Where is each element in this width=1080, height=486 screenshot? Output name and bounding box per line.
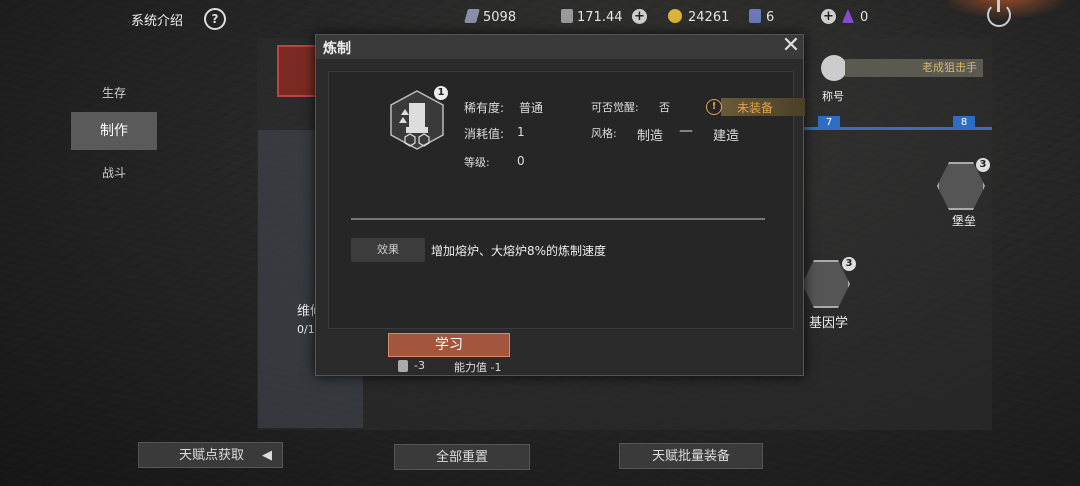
- rarity-label: 稀有度:: [464, 101, 505, 115]
- level-label: 等级:: [464, 156, 490, 169]
- style-from: 制造: [637, 129, 664, 144]
- smelting-dialog: 炼制 ✕ 1 稀有度: 普通 可否觉醒: 否 ! 未装备 消耗值: 1 风格: …: [315, 34, 805, 376]
- cost-value: 1: [517, 125, 525, 139]
- effect-text: 增加熔炉、大熔炉8%的炼制速度: [431, 244, 607, 258]
- item-level-badge: 1: [434, 86, 448, 100]
- tier-badge-8: 8: [953, 116, 975, 130]
- dialog-header: 炼制 ✕: [316, 35, 803, 59]
- gene-node-level: 3: [842, 257, 856, 271]
- power-icon[interactable]: [987, 0, 1011, 27]
- card-count: 6: [766, 10, 775, 25]
- gold-count: 24261: [688, 10, 730, 25]
- warning-icon: !: [706, 99, 722, 115]
- add-ticket-icon[interactable]: +: [632, 9, 647, 24]
- style-dash: —: [679, 123, 693, 139]
- awaken-value: 否: [659, 101, 670, 114]
- dialog-title: 炼制: [323, 41, 351, 57]
- help-icon[interactable]: ?: [204, 8, 226, 30]
- gem-count: 0: [860, 10, 869, 25]
- style-to: 建造: [713, 129, 740, 144]
- level-value: 0: [517, 154, 525, 168]
- reset-all-button[interactable]: 全部重置: [394, 444, 530, 470]
- dialog-body: 1 稀有度: 普通 可否觉醒: 否 ! 未装备 消耗值: 1 风格: 制造 — …: [328, 71, 805, 329]
- top-bar: 系统介绍 ? 5098 171.44 + 24261 6 + 0: [0, 0, 1080, 36]
- skull-icon: [821, 55, 847, 81]
- ability-cost: 能力值 -1: [454, 361, 502, 374]
- gene-node-label: 基因学: [809, 316, 849, 331]
- divider: [351, 218, 765, 220]
- caret-left-icon: ◀: [262, 448, 272, 463]
- nav-crafting[interactable]: 制作: [71, 112, 157, 150]
- crystal-count: 5098: [483, 10, 517, 25]
- ticket-icon: [561, 9, 573, 23]
- nav-survival[interactable]: 生存: [71, 84, 157, 101]
- card-icon: [749, 9, 761, 23]
- unequipped-label: 未装备: [737, 101, 774, 115]
- add-gem-icon[interactable]: +: [821, 9, 836, 24]
- batch-equip-button[interactable]: 天赋批量装备: [619, 443, 763, 469]
- talent-point-icon: [398, 360, 408, 372]
- style-label: 风格:: [591, 127, 617, 140]
- effect-tag: 效果: [351, 238, 425, 262]
- rarity-value: 普通: [519, 101, 544, 115]
- title-badge: 老成狙击手: [845, 59, 983, 77]
- fort-node-level: 3: [976, 158, 990, 172]
- title-label: 称号: [822, 90, 844, 103]
- talent-point-cost: -3: [414, 359, 425, 372]
- talent-get-label: 天赋点获取: [179, 448, 245, 463]
- purple-gem-icon: [842, 9, 854, 23]
- nav-combat[interactable]: 战斗: [71, 164, 157, 181]
- crystal-icon: [464, 9, 480, 23]
- close-icon[interactable]: ✕: [781, 35, 801, 57]
- learn-button[interactable]: 学习: [388, 333, 510, 357]
- awaken-label: 可否觉醒:: [591, 101, 639, 114]
- talent-get-button[interactable]: 天赋点获取 ◀: [138, 442, 283, 468]
- fort-node-label: 堡垒: [952, 214, 977, 228]
- ticket-count: 171.44: [577, 10, 623, 25]
- system-intro-label[interactable]: 系统介绍: [131, 10, 183, 29]
- tier-badge-7: 7: [818, 116, 840, 130]
- cost-label: 消耗值:: [464, 127, 505, 141]
- gold-coin-icon: [668, 9, 682, 23]
